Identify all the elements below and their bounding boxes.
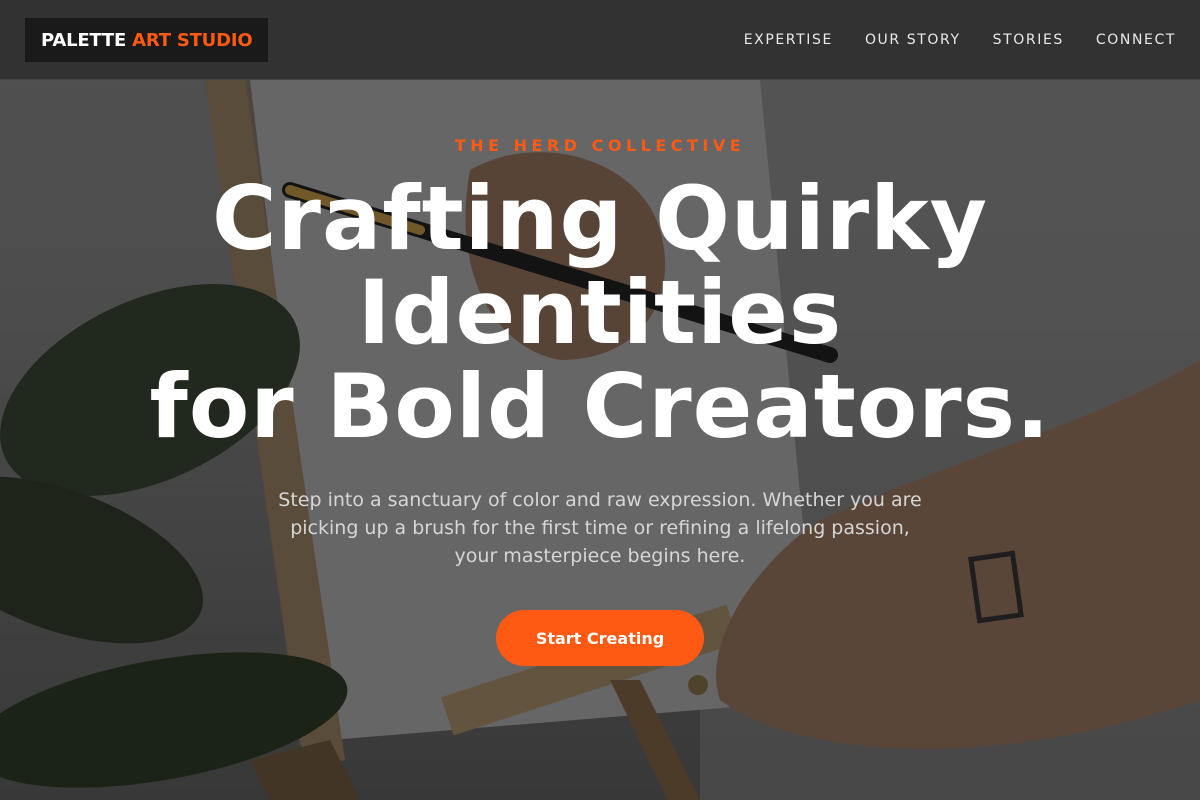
headline-line-1: Crafting Quirky <box>211 167 989 270</box>
top-navbar: PALETTE ART STUDIO EXPERTISE OUR STORY S… <box>0 0 1200 80</box>
nav-links: EXPERTISE OUR STORY STORIES CONNECT <box>712 0 1176 80</box>
hero-subtext: Step into a sanctuary of color and raw e… <box>278 489 922 567</box>
headline-line-2: Identities <box>357 261 843 364</box>
brand-logo[interactable]: PALETTE ART STUDIO <box>25 18 269 62</box>
hero-eyebrow: THE HERD COLLECTIVE <box>454 136 746 155</box>
nav-link-expertise[interactable]: EXPERTISE <box>744 32 833 48</box>
start-creating-button[interactable]: Start Creating <box>496 610 704 666</box>
logo-primary-text: PALETTE <box>41 29 127 51</box>
logo-accent-text: ART STUDIO <box>132 29 253 51</box>
hero-headline: Crafting Quirky Identities for Bold Crea… <box>0 172 1200 454</box>
nav-link-our-story[interactable]: OUR STORY <box>865 32 961 48</box>
headline-line-3: for Bold Creators. <box>149 355 1051 458</box>
hero-section: THE HERD COLLECTIVE Crafting Quirky Iden… <box>0 80 1200 800</box>
nav-link-connect[interactable]: CONNECT <box>1096 32 1176 48</box>
nav-link-stories[interactable]: STORIES <box>993 32 1064 48</box>
